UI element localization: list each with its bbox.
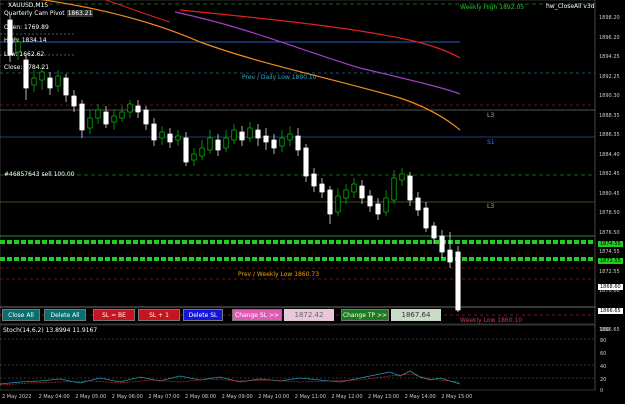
sl-value-field[interactable]: 1872.42	[284, 309, 334, 321]
time-axis-label: 2 May 11:00	[294, 394, 326, 400]
tp-value-field[interactable]: 1867.64	[391, 309, 441, 321]
l3-lower-label: L3	[487, 203, 495, 210]
price-axis-label: 1876.50	[599, 229, 620, 236]
weekly-low-label: Weekly Low 1860.10	[460, 317, 523, 324]
info-high: High: 1834.14	[4, 37, 47, 44]
price-axis-label: 1892.25	[599, 73, 620, 80]
time-axis-label: 2 May 09:00	[221, 394, 253, 400]
price-axis-label: 1886.35	[599, 132, 620, 138]
delete-sl-button[interactable]: Delete SL	[183, 309, 223, 321]
time-axis-label: 2 May 04:00	[38, 394, 70, 400]
stoch-axis-label: 20	[600, 377, 607, 383]
price-axis-label: 1882.45	[599, 171, 620, 177]
sl-be-button[interactable]: SL = BE	[93, 309, 135, 321]
time-axis-label: 2 May 07:00	[148, 394, 180, 400]
close-all-button[interactable]: Close All	[2, 309, 40, 321]
price-tag: 1874.55	[598, 241, 623, 247]
time-axis-label: 2 May 10:00	[258, 394, 290, 400]
s1-label: S1	[487, 139, 495, 146]
sl-plus-one-button[interactable]: SL + 1	[138, 309, 180, 321]
price-tag: 1872.55	[598, 258, 623, 264]
price-axis-label: 1872.55	[599, 268, 620, 275]
info-quarterly: Quarterly Cam Pivot 1863.21	[4, 10, 94, 17]
time-axis-label: 2 May 15:00	[441, 394, 473, 400]
price-axis-label: 1896.20	[599, 34, 620, 41]
symbol-label: XAUUSD,M15	[8, 2, 49, 9]
time-axis-label: 2 May 2022	[2, 394, 32, 400]
time-axis-label: 2 May 14:00	[404, 394, 436, 400]
info-low: Low: 1662.62	[4, 51, 45, 58]
price-axis-label: 1880.45	[599, 190, 620, 197]
stoch-axis-label: 60	[600, 351, 607, 357]
l3-upper-label: L3	[487, 112, 495, 119]
price-tag: 1868.60	[598, 284, 623, 290]
stoch-axis-label: 0	[600, 388, 604, 394]
price-axis-label: 1898.20	[599, 15, 620, 21]
price-chart[interactable]	[0, 0, 625, 404]
prev-weekly-low-label: Prev / Weekly Low 1860.73	[238, 271, 320, 278]
stoch-axis-label: 80	[600, 338, 607, 344]
change-tp-button[interactable]: Change TP >>	[341, 309, 389, 321]
stoch-label: Stoch(14,6,2) 13.8994 11.9167	[3, 327, 98, 334]
stoch-axis-label: 40	[600, 364, 607, 370]
prev-daily-low-label: Prev / Daily Low 1890.10	[242, 74, 317, 81]
price-axis-label: 1884.40	[599, 151, 620, 158]
time-axis-label: 2 May 13:00	[368, 394, 400, 400]
info-close: Close: 1784.21	[4, 64, 50, 71]
time-axis-label: 2 May 05:00	[75, 394, 107, 400]
time-axis-label: 2 May 06:00	[111, 394, 143, 400]
expert-label: hw_CloseAll v3d	[546, 3, 595, 10]
time-axis-label: 2 May 12:00	[331, 394, 363, 400]
price-axis-label: 1874.55	[599, 249, 620, 255]
quarterly-value: 1863.21	[66, 10, 94, 17]
delete-all-button[interactable]: Delete All	[44, 309, 86, 321]
order-label: #46857643 sell 100.00	[4, 171, 75, 178]
change-sl-button[interactable]: Change SL >>	[232, 309, 282, 321]
price-tag: 1866.65	[598, 308, 623, 314]
price-axis-label: 1888.35	[599, 112, 620, 119]
stoch-axis-label: 100	[600, 327, 610, 333]
weekly-high-label: Weekly High 1892.05	[460, 4, 525, 11]
price-axis-label: 1878.50	[599, 210, 620, 216]
price-axis-label: 1894.25	[599, 54, 620, 60]
price-axis-label: 1890.30	[599, 93, 620, 99]
info-open: Open: 1769.89	[4, 24, 49, 31]
time-axis-label: 2 May 08:00	[185, 394, 217, 400]
